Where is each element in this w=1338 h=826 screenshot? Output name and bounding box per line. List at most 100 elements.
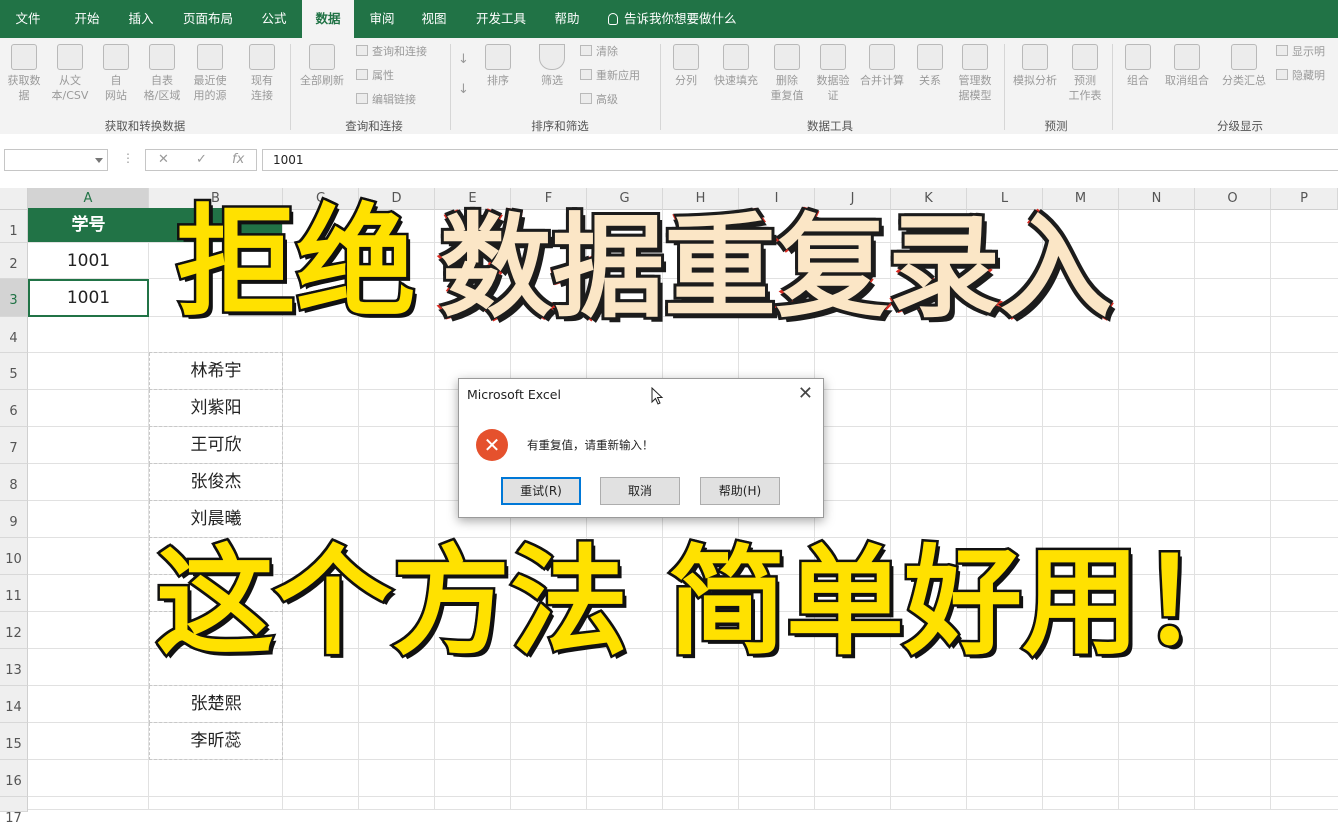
- row-header-9[interactable]: 9: [0, 501, 28, 538]
- group-label-get-transform: 获取和转换数据: [104, 119, 186, 133]
- row-header-2[interactable]: 2: [0, 243, 28, 279]
- sort-button[interactable]: 排序: [480, 44, 516, 88]
- tab-page-layout[interactable]: 页面布局: [170, 0, 246, 38]
- cell-b15[interactable]: 李昕蕊: [149, 723, 283, 760]
- cell-b6[interactable]: 刘紫阳: [149, 390, 283, 427]
- select-all-corner[interactable]: [0, 188, 28, 210]
- group-label-forecast: 预测: [1044, 119, 1068, 133]
- formula-input[interactable]: 1001: [262, 149, 1338, 171]
- row-header-14[interactable]: 14: [0, 686, 28, 723]
- row-header-11[interactable]: 11: [0, 575, 28, 612]
- properties-button[interactable]: 属性: [356, 68, 394, 84]
- cell-b8[interactable]: 张俊杰: [149, 464, 283, 501]
- reapply-button[interactable]: 重新应用: [580, 68, 640, 84]
- tab-view[interactable]: 视图: [410, 0, 458, 38]
- row-header-3[interactable]: 3: [0, 279, 28, 317]
- web-icon: [103, 44, 129, 70]
- row-header-4[interactable]: 4: [0, 317, 28, 353]
- data-validation-button[interactable]: 数据验 证: [810, 44, 856, 103]
- row-header-16[interactable]: 16: [0, 760, 28, 797]
- get-data-button[interactable]: 获取数 据: [2, 44, 46, 103]
- edit-links-button[interactable]: 编辑链接: [356, 92, 416, 108]
- tab-data[interactable]: 数据: [302, 0, 354, 38]
- cell-b7[interactable]: 王可欣: [149, 427, 283, 464]
- cancel-button[interactable]: 取消: [600, 477, 680, 505]
- forecast-sheet-button[interactable]: 预测 工作表: [1062, 44, 1108, 103]
- grid-vline: [1194, 210, 1195, 810]
- from-text-csv-button[interactable]: 从文 本/CSV: [48, 44, 92, 103]
- ribbon-tab-bar: 文件 开始 插入 页面布局 公式 数据 审阅 视图 开发工具 帮助 告诉我你想要…: [0, 0, 1338, 38]
- refresh-icon: [309, 44, 335, 70]
- grid-vline: [1270, 210, 1271, 810]
- subtotal-button[interactable]: 分类汇总: [1216, 44, 1272, 88]
- tell-me-box[interactable]: 告诉我你想要做什么: [608, 0, 737, 38]
- tab-file[interactable]: 文件: [0, 0, 56, 38]
- error-dialog: Microsoft Excel ✕ ✕ 有重复值，请重新输入！ 重试(R) 取消…: [458, 378, 824, 518]
- flash-fill-button[interactable]: 快速填充: [708, 44, 764, 88]
- properties-icon: [356, 69, 368, 80]
- hide-detail-button[interactable]: 隐藏明: [1276, 68, 1325, 84]
- row-header-1[interactable]: 1: [0, 210, 28, 243]
- overlay-title-reject: 拒绝: [174, 192, 419, 336]
- tab-home[interactable]: 开始: [60, 0, 114, 38]
- columns-icon: [673, 44, 699, 70]
- consolidate-button[interactable]: 合并计算: [854, 44, 910, 88]
- cell-b14[interactable]: 张楚熙: [149, 686, 283, 723]
- remove-duplicates-button[interactable]: 删除 重复值: [764, 44, 810, 103]
- link-icon: [356, 93, 368, 104]
- column-header-a[interactable]: A: [28, 188, 149, 210]
- tab-insert[interactable]: 插入: [116, 0, 166, 38]
- group-label-queries: 查询和连接: [345, 119, 403, 133]
- column-header-o[interactable]: O: [1195, 188, 1271, 210]
- tab-help[interactable]: 帮助: [542, 0, 592, 38]
- ungroup-button[interactable]: 取消组合: [1158, 44, 1216, 88]
- tab-formulas[interactable]: 公式: [250, 0, 298, 38]
- row-header-6[interactable]: 6: [0, 390, 28, 427]
- from-web-button[interactable]: 自 网站: [96, 44, 136, 103]
- row-header-7[interactable]: 7: [0, 427, 28, 464]
- connection-icon: [249, 44, 275, 70]
- from-table-button[interactable]: 自表 格/区域: [138, 44, 186, 103]
- row-header-15[interactable]: 15: [0, 723, 28, 760]
- cell-a3-active[interactable]: 1001: [28, 279, 149, 317]
- group-separator: [660, 44, 661, 130]
- close-icon[interactable]: ✕: [798, 383, 813, 404]
- help-button[interactable]: 帮助(H): [700, 477, 780, 505]
- show-detail-button[interactable]: 显示明: [1276, 44, 1325, 60]
- group-label-data-tools: 数据工具: [807, 119, 853, 133]
- retry-button[interactable]: 重试(R): [501, 477, 581, 505]
- name-box[interactable]: [4, 149, 108, 171]
- queries-icon: [356, 45, 368, 56]
- text-to-columns-button[interactable]: 分列: [666, 44, 706, 88]
- enter-check-icon[interactable]: ✓: [196, 152, 207, 167]
- refresh-all-button[interactable]: 全部刷新: [296, 44, 348, 88]
- filter-button[interactable]: 筛选: [532, 44, 572, 88]
- group-separator: [1004, 44, 1005, 130]
- sort-asc-icon[interactable]: ↓: [458, 52, 469, 68]
- row-header-10[interactable]: 10: [0, 538, 28, 575]
- cell-a1[interactable]: 学号: [28, 208, 149, 242]
- queries-connections-button[interactable]: 查询和连接: [356, 44, 427, 60]
- cell-b5[interactable]: 林希宇: [149, 353, 283, 390]
- chevron-down-icon[interactable]: [95, 158, 103, 163]
- recent-sources-button[interactable]: 最近使 用的源: [186, 44, 234, 103]
- fx-icon[interactable]: fx: [232, 152, 244, 167]
- tab-review[interactable]: 审阅: [358, 0, 406, 38]
- column-header-p[interactable]: P: [1271, 188, 1338, 210]
- row-header-5[interactable]: 5: [0, 353, 28, 390]
- what-if-analysis-button[interactable]: 模拟分析: [1008, 44, 1062, 88]
- row-header-13[interactable]: 13: [0, 649, 28, 686]
- column-header-n[interactable]: N: [1119, 188, 1195, 210]
- advanced-filter-button[interactable]: 高级: [580, 92, 618, 108]
- tab-developer[interactable]: 开发工具: [464, 0, 538, 38]
- relationships-button[interactable]: 关系: [910, 44, 950, 88]
- sort-desc-icon[interactable]: ↓: [458, 82, 469, 98]
- row-header-8[interactable]: 8: [0, 464, 28, 501]
- clear-filter-button[interactable]: 清除: [580, 44, 618, 60]
- cell-a2[interactable]: 1001: [28, 243, 149, 279]
- manage-data-model-button[interactable]: 管理数 据模型: [950, 44, 1000, 103]
- existing-connections-button[interactable]: 现有 连接: [240, 44, 284, 103]
- row-header-12[interactable]: 12: [0, 612, 28, 649]
- group-button[interactable]: 组合: [1118, 44, 1158, 88]
- cancel-icon[interactable]: ✕: [158, 152, 169, 167]
